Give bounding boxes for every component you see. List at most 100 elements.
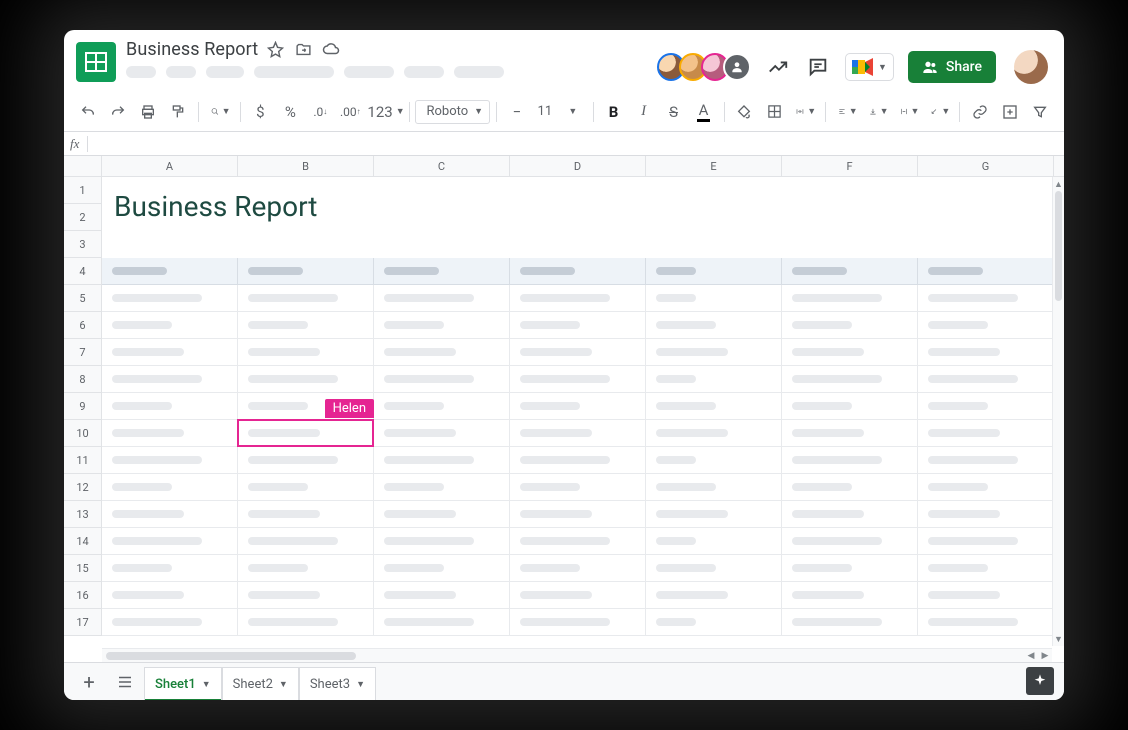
- valign-button[interactable]: ▼: [863, 98, 892, 126]
- cell[interactable]: [102, 285, 238, 312]
- cell[interactable]: [102, 312, 238, 339]
- text-color-button[interactable]: A: [690, 98, 718, 126]
- collaborator-avatars[interactable]: [663, 53, 751, 81]
- cell[interactable]: [510, 312, 646, 339]
- scroll-thumb[interactable]: [106, 652, 356, 660]
- cell[interactable]: [646, 285, 782, 312]
- cell[interactable]: [238, 285, 374, 312]
- vertical-scrollbar[interactable]: ▲ ▼: [1052, 177, 1064, 646]
- column-header[interactable]: A: [102, 156, 238, 177]
- cell[interactable]: [918, 582, 1054, 609]
- cell[interactable]: [374, 420, 510, 447]
- cell[interactable]: [102, 393, 238, 420]
- all-sheets-button[interactable]: [108, 665, 142, 699]
- row-header[interactable]: 1: [64, 177, 102, 204]
- row-header[interactable]: 11: [64, 447, 102, 474]
- share-button[interactable]: Share: [908, 51, 996, 83]
- version-history-icon[interactable]: [765, 54, 791, 80]
- column-header[interactable]: H: [1054, 156, 1064, 177]
- cell[interactable]: [102, 366, 238, 393]
- cell[interactable]: [782, 177, 918, 204]
- column-header[interactable]: C: [374, 156, 510, 177]
- column-header[interactable]: G: [918, 156, 1054, 177]
- column-header[interactable]: D: [510, 156, 646, 177]
- star-icon[interactable]: [264, 38, 286, 60]
- cell[interactable]: [374, 231, 510, 258]
- row-header[interactable]: 8: [64, 366, 102, 393]
- cell[interactable]: [646, 528, 782, 555]
- cell[interactable]: Helen: [238, 420, 374, 447]
- cell[interactable]: [374, 177, 510, 204]
- cell[interactable]: [918, 285, 1054, 312]
- wrap-button[interactable]: ▼: [894, 98, 923, 126]
- add-sheet-button[interactable]: +: [72, 665, 106, 699]
- zoom-button[interactable]: ▼: [205, 98, 234, 126]
- menu-placeholder[interactable]: [404, 66, 444, 78]
- row-header[interactable]: 14: [64, 528, 102, 555]
- halign-button[interactable]: ▼: [832, 98, 861, 126]
- cell[interactable]: [918, 555, 1054, 582]
- cell[interactable]: [102, 447, 238, 474]
- cell[interactable]: [782, 582, 918, 609]
- cell[interactable]: [510, 501, 646, 528]
- cell[interactable]: [782, 285, 918, 312]
- cell[interactable]: [918, 609, 1054, 636]
- cell[interactable]: [646, 366, 782, 393]
- menu-placeholder[interactable]: [206, 66, 244, 78]
- sheet-tab[interactable]: Sheet2▼: [222, 667, 299, 701]
- cell[interactable]: [238, 231, 374, 258]
- select-all-corner[interactable]: [64, 156, 102, 177]
- rotate-button[interactable]: ▼: [924, 98, 953, 126]
- cell[interactable]: [918, 420, 1054, 447]
- cell[interactable]: [782, 420, 918, 447]
- cell[interactable]: [782, 393, 918, 420]
- cell[interactable]: [646, 231, 782, 258]
- row-header[interactable]: 2: [64, 204, 102, 231]
- cell[interactable]: [646, 177, 782, 204]
- cell[interactable]: [510, 420, 646, 447]
- borders-button[interactable]: [760, 98, 788, 126]
- cell[interactable]: [646, 204, 782, 231]
- font-size-decrease[interactable]: −: [503, 98, 531, 126]
- column-header[interactable]: F: [782, 156, 918, 177]
- column-header[interactable]: B: [238, 156, 374, 177]
- cell[interactable]: [918, 474, 1054, 501]
- cell[interactable]: [238, 501, 374, 528]
- cell[interactable]: [238, 393, 374, 420]
- cell[interactable]: [782, 609, 918, 636]
- cell[interactable]: [102, 501, 238, 528]
- undo-button[interactable]: [74, 98, 102, 126]
- menu-placeholder[interactable]: [344, 66, 394, 78]
- cell[interactable]: [646, 609, 782, 636]
- cell[interactable]: [782, 204, 918, 231]
- cell[interactable]: [782, 258, 918, 285]
- cell[interactable]: [238, 339, 374, 366]
- increase-decimal-button[interactable]: .00↑: [336, 98, 364, 126]
- cell[interactable]: [782, 501, 918, 528]
- cell[interactable]: [102, 528, 238, 555]
- cell[interactable]: [102, 555, 238, 582]
- cell[interactable]: [238, 528, 374, 555]
- cell[interactable]: [510, 528, 646, 555]
- avatar-anon[interactable]: [723, 53, 751, 81]
- cell[interactable]: [918, 204, 1054, 231]
- horizontal-scrollbar[interactable]: ◀ ▶: [102, 648, 1052, 662]
- cell[interactable]: [918, 366, 1054, 393]
- move-folder-icon[interactable]: [292, 38, 314, 60]
- cell[interactable]: [510, 447, 646, 474]
- percent-button[interactable]: %: [276, 98, 304, 126]
- row-header[interactable]: 7: [64, 339, 102, 366]
- cell[interactable]: [510, 366, 646, 393]
- row-header[interactable]: 16: [64, 582, 102, 609]
- cell[interactable]: [918, 231, 1054, 258]
- link-button[interactable]: [966, 98, 994, 126]
- cell[interactable]: [646, 312, 782, 339]
- cell[interactable]: [374, 474, 510, 501]
- cell[interactable]: [510, 393, 646, 420]
- cell[interactable]: [238, 447, 374, 474]
- cell[interactable]: [374, 258, 510, 285]
- decrease-decimal-button[interactable]: .0↓: [306, 98, 334, 126]
- italic-button[interactable]: I: [630, 98, 658, 126]
- cell[interactable]: [646, 501, 782, 528]
- cell[interactable]: [102, 582, 238, 609]
